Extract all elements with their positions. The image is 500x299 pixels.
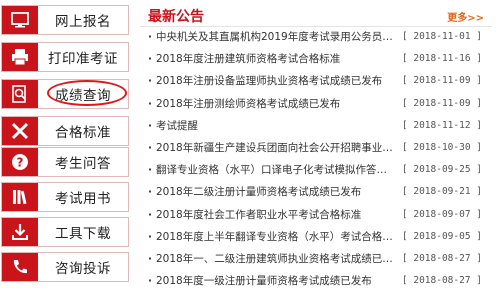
news-title-link[interactable]: 2018年度注册建筑师资格考试合格标准	[156, 48, 396, 70]
news-title-link[interactable]: 2018年二级注册计量师资格考试成绩已发布	[156, 181, 396, 203]
sidebar-item-candidate-qa[interactable]: ? 考生问答	[1, 147, 129, 177]
bullet-icon: ·	[148, 253, 152, 265]
bullet-icon: ·	[148, 275, 152, 288]
bullet-icon: ·	[148, 53, 152, 66]
news-date: [ 2018-09-25 ]	[401, 164, 482, 176]
sidebar-item-label: 网上报名	[55, 14, 111, 30]
sidebar-item-pass-standard[interactable]: 合格标准	[1, 116, 129, 146]
news-title-link[interactable]: 2018年度社会工作者职业水平考试合格标准	[156, 204, 396, 226]
news-item[interactable]: · 考试提醒 [ 2018-11-12 ]	[140, 115, 492, 137]
news-title-link[interactable]: 考试提醒	[156, 115, 396, 137]
books-icon	[2, 183, 38, 211]
news-item[interactable]: · 2018年注册测绘师资格考试成绩已发布 [ 2018-11-09 ]	[140, 93, 492, 115]
more-link[interactable]: 更多>>	[447, 9, 484, 24]
sidebar-item-label: 合格标准	[55, 125, 111, 141]
news-item[interactable]: · 2018年注册设备监理师执业资格考试成绩已发布 [ 2018-11-09 ]	[140, 70, 492, 92]
svg-text:?: ?	[17, 156, 24, 170]
bullet-icon: ·	[148, 97, 152, 110]
sidebar-item-tool-download[interactable]: 工具下载	[1, 217, 129, 247]
news-title-link[interactable]: 2018年度上半年翻译专业资格（水平）考试合格标准	[156, 226, 396, 248]
news-title-link[interactable]: 2018年注册测绘师资格考试成绩已发布	[156, 93, 396, 115]
news-item[interactable]: · 2018年度社会工作者职业水平考试合格标准 [ 2018-09-07 ]	[140, 204, 492, 226]
news-title-link[interactable]: 2018年一、二级注册建筑师执业资格考试成绩已发布	[156, 248, 396, 270]
news-date: [ 2018-08-27 ]	[401, 275, 482, 287]
announcements-panel: 最新公告 更多>> · 中央机关及其直属机构2019年度考试录用公务员照片... […	[140, 0, 500, 299]
news-date: [ 2018-10-30 ]	[401, 142, 482, 153]
search-document-icon	[2, 80, 38, 108]
sidebar-item-consult-complaint[interactable]: 咨询投诉	[1, 252, 129, 282]
phone-icon	[2, 253, 38, 281]
news-item[interactable]: · 中央机关及其直属机构2019年度考试录用公务员照片... [ 2018-11-0…	[140, 26, 492, 48]
news-date: [ 2018-08-27 ]	[401, 253, 482, 264]
news-item[interactable]: · 翻译专业资格（水平）口译电子化考试模拟作答系统上线... [ 2018-09-2…	[140, 159, 492, 181]
news-item[interactable]: · 2018年一、二级注册建筑师执业资格考试成绩已发布 [ 2018-08-27 ]	[140, 248, 492, 270]
sidebar-item-label: 打印准考证	[48, 51, 118, 67]
news-title-link[interactable]: 2018年注册设备监理师执业资格考试成绩已发布	[156, 70, 396, 92]
news-date: [ 2018-09-07 ]	[401, 208, 482, 220]
news-item[interactable]: · 2018年度上半年翻译专业资格（水平）考试合格标准 [ 2018-09-05 ]	[140, 226, 492, 248]
sidebar: 网上报名 打印准考证 成绩查询 合格标准 ? 考生问答 考试用书 工具下载 咨询…	[0, 0, 133, 299]
announcements-header: 最新公告 更多>>	[140, 4, 492, 27]
news-date: [ 2018-09-05 ]	[401, 230, 482, 242]
news-date: [ 2018-11-09 ]	[401, 97, 482, 109]
sidebar-item-exam-books[interactable]: 考试用书	[1, 182, 129, 212]
sidebar-item-label: 成绩查询	[55, 88, 111, 104]
news-title-link[interactable]: 中央机关及其直属机构2019年度考试录用公务员照片...	[156, 26, 396, 48]
sidebar-item-label: 工具下载	[55, 226, 111, 242]
question-icon: ?	[2, 148, 38, 176]
sidebar-item-label: 考试用书	[55, 191, 111, 207]
news-date: [ 2018-11-01 ]	[401, 31, 482, 42]
sidebar-item-online-registration[interactable]: 网上报名	[1, 5, 129, 35]
news-date: [ 2018-11-09 ]	[401, 75, 482, 87]
monitor-icon	[2, 6, 38, 34]
news-item[interactable]: · 2018年新疆生产建设兵团面向社会公开招聘事业单位... [ 2018-10-3…	[140, 137, 492, 159]
ruler-pencil-icon	[2, 117, 38, 145]
sidebar-item-label: 咨询投诉	[55, 261, 111, 277]
news-item[interactable]: · 2018年度注册建筑师资格考试合格标准 [ 2018-11-16 ]	[140, 48, 492, 70]
news-date: [ 2018-11-12 ]	[401, 119, 482, 131]
sidebar-item-print-admission[interactable]: 打印准考证	[1, 42, 129, 72]
bullet-icon: ·	[148, 75, 152, 88]
bullet-icon: ·	[148, 164, 152, 177]
bullet-icon: ·	[148, 186, 152, 199]
news-title-link[interactable]: 2018年度一级注册计量师资格考试成绩已发布	[156, 270, 396, 292]
news-date: [ 2018-09-21 ]	[401, 186, 482, 198]
printer-icon	[2, 43, 38, 71]
news-item[interactable]: · 2018年二级注册计量师资格考试成绩已发布 [ 2018-09-21 ]	[140, 181, 492, 203]
bullet-icon: ·	[148, 31, 152, 43]
bullet-icon: ·	[148, 208, 152, 221]
bullet-icon: ·	[148, 119, 152, 132]
news-item[interactable]: · 2018年度一级注册计量师资格考试成绩已发布 [ 2018-08-27 ]	[140, 270, 492, 292]
news-title-link[interactable]: 翻译专业资格（水平）口译电子化考试模拟作答系统上线...	[156, 159, 396, 181]
bullet-icon: ·	[148, 142, 152, 154]
sidebar-item-label: 考生问答	[55, 156, 111, 172]
news-date: [ 2018-11-16 ]	[401, 53, 482, 65]
download-icon	[2, 218, 38, 246]
bullet-icon: ·	[148, 230, 152, 243]
announcements-title: 最新公告	[148, 9, 204, 25]
sidebar-item-score-query[interactable]: 成绩查询	[1, 79, 129, 109]
news-title-link[interactable]: 2018年新疆生产建设兵团面向社会公开招聘事业单位...	[156, 137, 396, 159]
